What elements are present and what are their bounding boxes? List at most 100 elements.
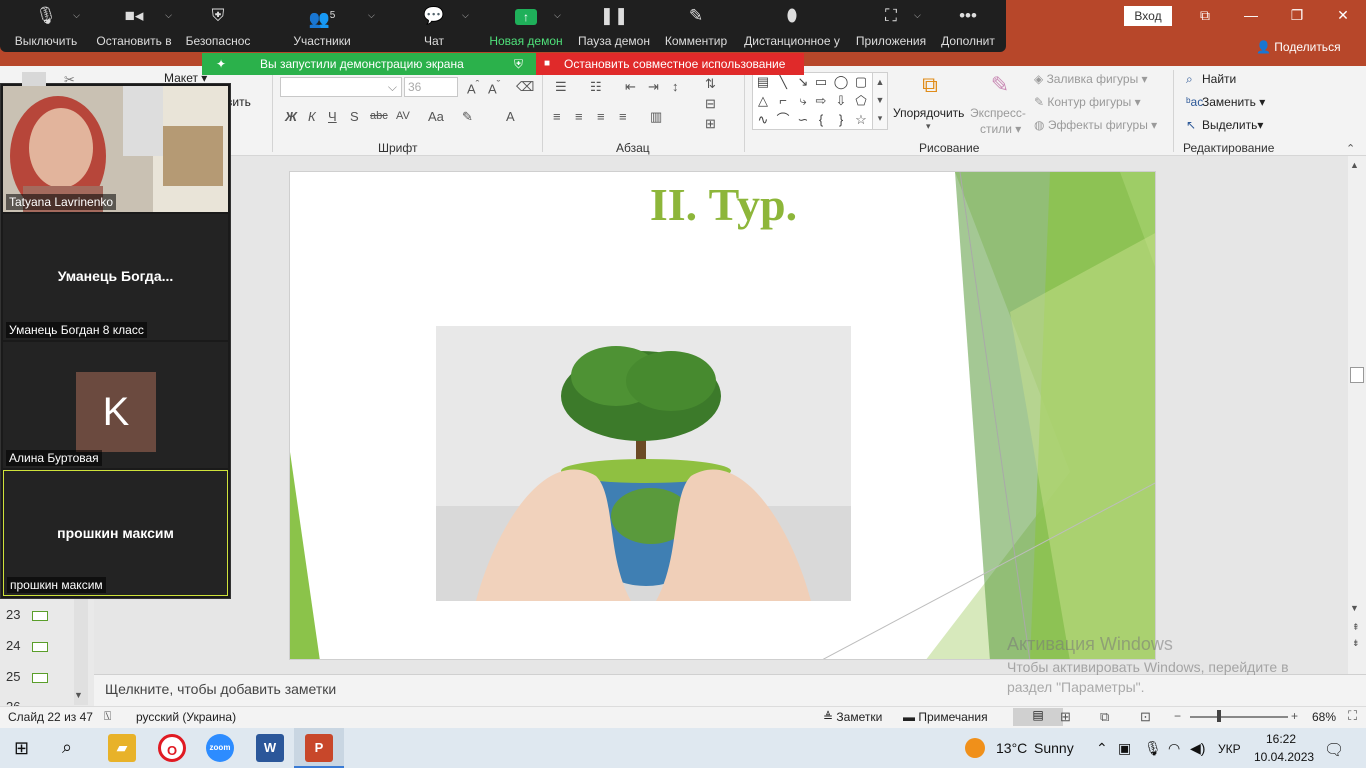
shape-fill-button[interactable]: ◈ Заливка фигуры ▾: [1034, 72, 1148, 86]
annotate-button[interactable]: ✎ Комментир: [662, 4, 730, 50]
clear-format-icon[interactable]: ⌫: [516, 79, 534, 95]
weather-temperature[interactable]: 13°C: [996, 740, 1027, 756]
minimize-icon[interactable]: —: [1228, 0, 1274, 32]
char-spacing-button[interactable]: AV: [396, 110, 410, 122]
italic-button[interactable]: К: [308, 109, 316, 124]
vertical-scrollbar[interactable]: [1348, 156, 1366, 674]
weather-description[interactable]: Sunny: [1034, 740, 1074, 756]
zoom-slider-thumb[interactable]: [1217, 710, 1221, 722]
quick-styles-button[interactable]: Экспресс-: [970, 106, 1026, 120]
file-explorer-icon[interactable]: ▰: [108, 734, 136, 762]
slide-title[interactable]: II. Тур.: [290, 178, 1155, 231]
arrow-line-shape-icon[interactable]: ↘: [794, 74, 812, 90]
text-direction-icon[interactable]: ⇅: [705, 76, 716, 92]
notifications-icon[interactable]: 🗨: [1324, 740, 1344, 760]
fit-slide-icon[interactable]: ⛶: [1348, 708, 1357, 724]
shape-effects-button[interactable]: ◍ Эффекты фигуры ▾: [1034, 118, 1157, 132]
slideshow-icon[interactable]: ⊡: [1140, 709, 1151, 725]
freeform-shape-icon[interactable]: ∿: [754, 112, 772, 128]
participants-button[interactable]: 👥5 Участники: [286, 4, 358, 50]
elbow-shape-icon[interactable]: ⌐: [774, 93, 792, 109]
next-slide-icon[interactable]: ⇟: [1352, 638, 1360, 649]
font-family-combo[interactable]: ⌵: [280, 77, 402, 97]
arc-shape-icon[interactable]: ⌒: [774, 112, 792, 128]
clock-time[interactable]: 16:22: [1266, 732, 1296, 746]
participant-tile[interactable]: K Алина Буртовая: [3, 342, 228, 468]
align-left-icon[interactable]: ≡: [553, 109, 561, 124]
chevron-down-icon[interactable]: ⌵: [554, 10, 561, 21]
underline-button[interactable]: Ч: [328, 109, 337, 124]
down-arrow-shape-icon[interactable]: ⇩: [832, 93, 850, 109]
zoom-level[interactable]: 68%: [1312, 710, 1336, 724]
security-button[interactable]: ⛨ Безопаснос: [182, 4, 254, 50]
notes-placeholder[interactable]: Щелкните, чтобы добавить заметки: [105, 681, 336, 697]
smartart-icon[interactable]: ⊞: [705, 116, 716, 132]
remote-control-button[interactable]: ⬮ Дистанционное у: [742, 4, 842, 50]
word-icon[interactable]: W: [256, 734, 284, 762]
right-arrow-shape-icon[interactable]: ⇨: [812, 93, 830, 109]
powerpoint-icon[interactable]: P: [305, 734, 333, 762]
network-icon[interactable]: ▣: [1118, 740, 1131, 757]
clock-date[interactable]: 10.04.2023: [1254, 750, 1314, 764]
reading-view-icon[interactable]: ⧉: [1100, 709, 1109, 725]
zoom-slider[interactable]: [1190, 716, 1288, 718]
participant-tile-active-speaker[interactable]: прошкин максим прошкин максим: [3, 470, 228, 596]
arrange-button[interactable]: Упорядочить: [893, 106, 964, 120]
slide-sorter-icon[interactable]: ⊞: [1060, 709, 1071, 725]
curve-shape-icon[interactable]: ∽: [794, 112, 812, 128]
notes-button[interactable]: ≜ Заметки: [823, 710, 882, 724]
font-size-combo[interactable]: 36: [404, 77, 458, 97]
close-icon[interactable]: ✕: [1320, 0, 1366, 32]
restore-icon[interactable]: ⧉: [1182, 0, 1228, 32]
brace-left-shape-icon[interactable]: {: [812, 112, 830, 128]
justify-icon[interactable]: ≡: [619, 109, 627, 124]
chat-button[interactable]: 💬 Чат: [410, 4, 458, 50]
chevron-down-icon[interactable]: ⌵: [462, 10, 469, 21]
normal-view-icon[interactable]: ▤: [1013, 708, 1063, 726]
zoom-out-icon[interactable]: −: [1174, 709, 1181, 723]
comments-button[interactable]: ▬ Примечания: [903, 710, 988, 724]
decrease-font-icon[interactable]: Aˇ: [488, 79, 500, 96]
font-color-button[interactable]: A: [506, 109, 515, 124]
thumbnail-item[interactable]: 24: [6, 638, 49, 653]
slide-canvas[interactable]: II. Тур.: [289, 171, 1156, 660]
microphone-icon[interactable]: 🎙: [1144, 740, 1162, 757]
maximize-icon[interactable]: ❐: [1274, 0, 1320, 32]
wifi-icon[interactable]: ◠: [1168, 740, 1180, 757]
spellcheck-icon[interactable]: ⍂: [104, 709, 111, 724]
gallery-scroll[interactable]: ▲ ▼ ▾: [872, 72, 888, 130]
shadow-button[interactable]: S: [350, 109, 359, 124]
bold-button[interactable]: Ж: [285, 109, 297, 124]
textbox-shape-icon[interactable]: ▤: [754, 74, 772, 90]
participant-tile-video[interactable]: Tatyana Lavrinenko: [3, 86, 228, 216]
scroll-down-icon[interactable]: ▼: [1350, 603, 1359, 613]
oval-shape-icon[interactable]: ◯: [832, 74, 850, 90]
mute-button[interactable]: 🎙 Выключить ⌵: [10, 4, 82, 50]
select-button[interactable]: ↖ Выделить▾: [1186, 118, 1263, 132]
numbering-icon[interactable]: ☷: [590, 79, 602, 95]
volume-icon[interactable]: ◀): [1190, 740, 1205, 757]
chevron-down-icon[interactable]: ⌵: [368, 10, 375, 21]
share-button[interactable]: 👤 Поделиться: [1256, 40, 1341, 54]
thumbnail-item[interactable]: 23: [6, 607, 49, 622]
line-spacing-icon[interactable]: ↕: [672, 79, 679, 94]
replace-button[interactable]: ᵇacЗаменить ▾: [1186, 95, 1265, 109]
scroll-down-icon[interactable]: ▼: [74, 690, 83, 700]
indent-icon[interactable]: ⇤: [625, 79, 636, 95]
scroll-up-icon[interactable]: ▲: [1350, 160, 1359, 170]
opera-icon[interactable]: O: [158, 734, 186, 762]
change-case-button[interactable]: Aa: [428, 109, 444, 124]
more-button[interactable]: ••• Дополнит: [938, 4, 998, 50]
rectangle-shape-icon[interactable]: ▭: [812, 74, 830, 90]
participant-tile[interactable]: Уманець Богда... Уманець Богдан 8 класс: [3, 214, 228, 340]
stop-share-button[interactable]: ■ Остановить совместное использование: [536, 53, 804, 75]
zoom-in-icon[interactable]: +: [1291, 709, 1298, 723]
previous-slide-icon[interactable]: ⇞: [1352, 622, 1360, 633]
shape-outline-button[interactable]: ✎ Контур фигуры ▾: [1034, 95, 1141, 109]
slide-image-tree-in-hands[interactable]: [436, 326, 851, 601]
scroll-thumb[interactable]: [1350, 367, 1364, 383]
align-right-icon[interactable]: ≡: [597, 109, 605, 124]
pause-share-button[interactable]: ❚❚ Пауза демон: [576, 4, 652, 50]
find-button[interactable]: ⌕ Найти: [1186, 72, 1236, 87]
login-button[interactable]: Вход: [1124, 6, 1172, 26]
